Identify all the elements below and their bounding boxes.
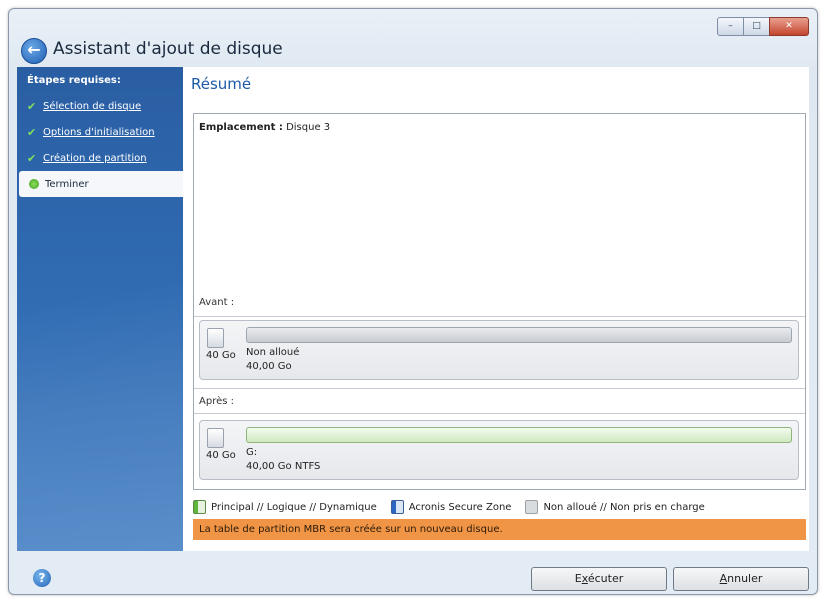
help-icon[interactable]: ? [33,569,51,587]
partition-detail: 40,00 Go [246,361,292,372]
location-label: Emplacement : [199,122,283,133]
window-title: Assistant d'ajout de disque [53,39,283,59]
legend-label: Principal // Logique // Dynamique [211,501,377,513]
disk-icon [207,328,224,348]
title-bar: ← Assistant d'ajout de disque – □ ✕ [9,9,817,65]
divider [194,316,805,317]
current-step-icon [29,179,39,189]
sidebar-background [17,191,183,551]
back-arrow-icon[interactable]: ← [21,38,47,64]
window-controls: – □ ✕ [717,17,809,36]
legend-item-secure-zone: Acronis Secure Zone [390,500,512,514]
disk-size: 40 Go [206,350,236,361]
checkmark-icon: ✔ [27,151,37,165]
checkmark-icon: ✔ [27,99,37,113]
sidebar-item-label[interactable]: Options d'initialisation [43,127,155,138]
execute-label-prefix: E [574,572,582,585]
partition-name: Non alloué [246,347,300,358]
cancel-button[interactable]: Annuler [673,567,809,591]
close-button[interactable]: ✕ [769,17,809,36]
grey-swatch-icon [525,500,539,514]
disk-before[interactable]: 40 Go Non alloué 40,00 Go [199,320,799,380]
mbr-notice-bar: La table de partition MBR sera créée sur… [193,519,806,540]
sidebar-item-label[interactable]: Création de partition [43,153,147,164]
location-value: Disque 3 [286,122,331,133]
legend-item-unallocated: Non alloué // Non pris en charge [525,500,705,514]
legend-item-primary: Principal // Logique // Dynamique [193,500,377,514]
sidebar-item-label[interactable]: Sélection de disque [43,101,141,112]
wizard-window: ← Assistant d'ajout de disque – □ ✕ Étap… [8,8,818,595]
partition-name: G: [246,447,258,458]
divider [194,413,805,414]
partition-bar-unallocated[interactable] [246,327,792,343]
green-swatch-icon [193,500,206,514]
location-line: Emplacement : Disque 3 [199,122,330,133]
sidebar-item-init-options[interactable]: ✔ Options d'initialisation [17,119,183,145]
before-label: Avant : [199,297,235,308]
sidebar-item-label: Terminer [45,178,89,190]
footer-bar: ? Exécuter Annuler [9,555,817,594]
disk-size: 40 Go [206,450,236,461]
partition-legend: Principal // Logique // Dynamique Acroni… [193,497,804,517]
sidebar-item-partition-creation[interactable]: ✔ Création de partition [17,145,183,171]
execute-button[interactable]: Exécuter [531,567,667,591]
maximize-button[interactable]: □ [743,17,770,36]
cancel-label-accel: A [719,572,728,585]
partition-bar-ntfs[interactable] [246,427,792,443]
sidebar-item-finish[interactable]: Terminer [19,171,183,197]
summary-panel: Emplacement : Disque 3 Avant : 40 Go Non… [193,113,806,490]
legend-label: Acronis Secure Zone [408,501,512,513]
steps-header: Étapes requises: [27,75,121,86]
main-content: Résumé Emplacement : Disque 3 Avant : 40… [183,67,809,551]
checkmark-icon: ✔ [27,125,37,139]
steps-sidebar: Étapes requises: ✔ Sélection de disque ✔… [17,67,183,551]
legend-label: Non alloué // Non pris en charge [543,501,705,513]
minimize-button[interactable]: – [717,17,744,36]
cancel-label-rest: nnuler [727,572,763,585]
execute-label-rest: écuter [587,572,624,585]
blue-swatch-icon [390,500,404,514]
page-title: Résumé [191,75,252,93]
partition-detail: 40,00 Go NTFS [246,461,321,472]
disk-icon [207,428,224,448]
divider [194,388,805,389]
disk-after[interactable]: 40 Go G: 40,00 Go NTFS [199,420,799,480]
sidebar-item-disk-selection[interactable]: ✔ Sélection de disque [17,93,183,119]
after-label: Après : [199,396,234,407]
